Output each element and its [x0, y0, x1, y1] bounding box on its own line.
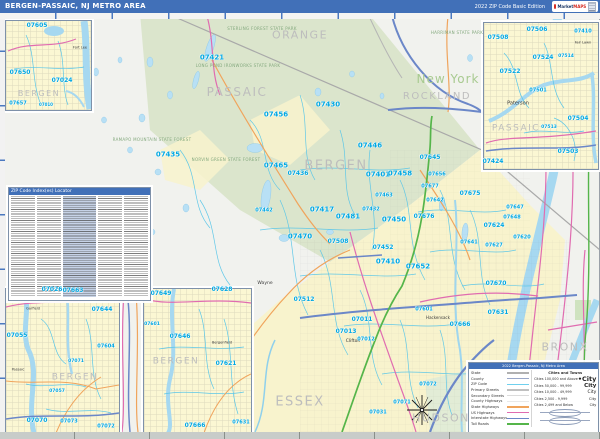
compass-rose — [407, 395, 437, 425]
legend-line-items: StateCountyZIP CodePrimary StreetsSecond… — [471, 370, 531, 427]
logo-mark-icon — [554, 4, 556, 9]
zip-index-column — [124, 196, 148, 297]
zip-code-label: 07677 — [421, 185, 438, 190]
park-label: HARRIMAN STATE PARK — [431, 31, 483, 35]
zip-index-table — [9, 195, 150, 298]
road-shield-sample — [534, 409, 596, 417]
town-label: Wayne — [257, 282, 272, 287]
zip-code-label: 07631 — [488, 310, 509, 316]
bottom-scale-bar — [0, 432, 600, 439]
zip-code-label: 07648 — [503, 216, 520, 221]
zip-index-title: ZIP Code Index(es) Locator — [9, 188, 150, 195]
county-label: PASSAIC — [207, 86, 268, 98]
zip-code-label: 07463 — [375, 194, 392, 199]
zip-code-label: 07465 — [264, 163, 288, 170]
title-bar: BERGEN-PASSAIC, NJ METRO AREA 2022 ZIP C… — [0, 0, 600, 13]
park-label: RAMAPO MOUNTAIN STATE FOREST — [113, 138, 192, 142]
zip-code-label: 07072 — [419, 383, 436, 388]
park-label: NORVIN GREEN STATE FOREST — [192, 158, 261, 162]
map-legend: 2022 Bergen-Passaic, NJ Metro Area State… — [468, 362, 599, 437]
park-label: STERLING FOREST STATE PARK — [227, 27, 297, 31]
zip-code-label: 07430 — [316, 102, 340, 109]
zip-code-label: 07601 — [415, 308, 432, 313]
zip-code-label: 07470 — [288, 234, 312, 241]
zip-code-label: 07624 — [484, 223, 505, 229]
zip-code-label: 07508 — [328, 239, 349, 245]
county-label: BERGEN — [304, 160, 367, 173]
zip-code-label: 07627 — [485, 244, 502, 249]
top-ruler — [0, 13, 600, 19]
zip-code-label: 07446 — [358, 143, 382, 150]
park-label: LONG POND IRONWORKS STATE PARK — [196, 64, 281, 68]
zip-index-column — [63, 196, 96, 297]
town-label: Hackensack — [426, 316, 450, 320]
left-ruler — [0, 19, 5, 432]
zip-index-column — [11, 196, 35, 297]
road-shield-sample — [534, 417, 596, 425]
zip-code-label: 07641 — [460, 241, 477, 246]
inset-fort-lee — [5, 20, 92, 111]
zip-code-label: 07675 — [460, 191, 481, 197]
zip-code-label: 07656 — [428, 173, 445, 178]
zip-code-label: 07450 — [382, 217, 406, 224]
zip-code-label: 07432 — [362, 208, 379, 213]
zip-index-panel: ZIP Code Index(es) Locator — [8, 187, 151, 301]
inset-passaic-rutherford — [5, 288, 120, 434]
edition-label: 2022 ZIP Code Basic Edition — [475, 4, 545, 10]
map-title: BERGEN-PASSAIC, NJ METRO AREA — [5, 2, 146, 10]
zip-code-label: 07456 — [264, 112, 288, 119]
zip-code-label: 07458 — [388, 171, 412, 178]
zip-code-label: 07421 — [200, 55, 224, 62]
zip-code-label: 07442 — [255, 209, 272, 214]
zip-code-label: 07481 — [336, 214, 360, 221]
zip-code-label: 07013 — [336, 329, 357, 335]
zip-code-label: 07071 — [393, 401, 410, 406]
zip-code-label: 07011 — [352, 317, 373, 323]
zip-code-label: 07642 — [426, 199, 443, 204]
zip-code-label: 07620 — [513, 236, 530, 241]
zip-code-label: 07435 — [156, 152, 180, 159]
county-label: ESSEX — [275, 396, 324, 409]
zip-code-label: 07031 — [369, 411, 386, 416]
zip-code-label: 07012 — [357, 338, 374, 343]
zip-code-label: 07645 — [420, 155, 441, 161]
town-label: Clifton — [346, 340, 361, 345]
logo-text-maps: MAPS — [573, 4, 586, 9]
zip-code-label: 07512 — [294, 297, 315, 303]
county-label: ROCKLAND — [403, 92, 471, 102]
zip-code-label: 07401 — [366, 172, 390, 179]
marketmaps-logo: Market MAPS — [552, 1, 598, 12]
zip-code-label: 07652 — [406, 264, 430, 271]
zip-code-label: 07647 — [506, 206, 523, 211]
logo-text-market: Market — [557, 4, 573, 9]
zip-code-label: 07676 — [414, 214, 435, 220]
county-label: HUDSON — [412, 413, 470, 424]
logo-side-panel — [588, 2, 596, 12]
map-screenshot: { "header": { "title": "BERGEN-PASSAIC, … — [0, 0, 600, 439]
legend-city-items: Cities 100,000 and Above•CityCities 50,0… — [534, 376, 596, 409]
zip-code-label: 07452 — [373, 245, 394, 251]
legend-line-item: Toll Roads — [471, 421, 531, 427]
zip-index-column — [37, 196, 61, 297]
county-label: New York — [417, 73, 480, 85]
inset-paterson — [483, 22, 599, 170]
zip-code-label: 07666 — [450, 322, 471, 328]
zip-code-label: 07670 — [486, 281, 507, 287]
zip-index-column — [98, 196, 122, 297]
zip-code-label: 07436 — [288, 171, 309, 177]
zip-code-label: 07417 — [310, 207, 334, 214]
county-label: ORANGE — [272, 30, 328, 41]
county-label: BRONX — [541, 342, 588, 353]
zip-code-label: 07410 — [376, 259, 400, 266]
inset-bergenfield — [143, 288, 252, 434]
